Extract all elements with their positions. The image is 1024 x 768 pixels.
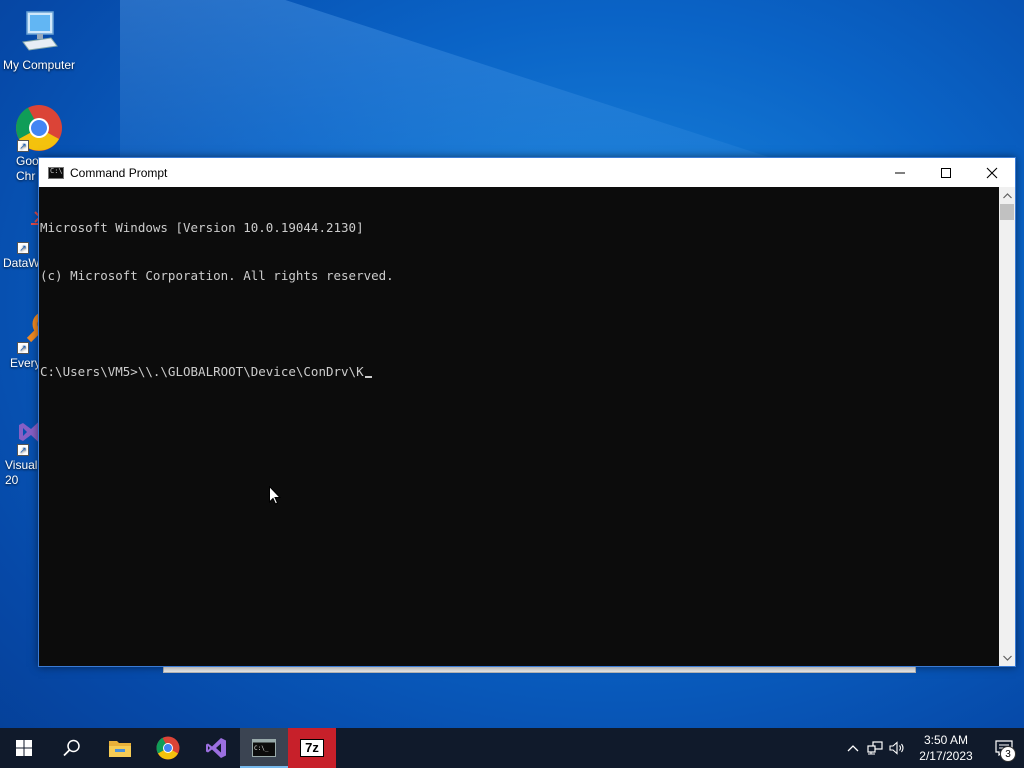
scrollbar-thumb[interactable] [1000, 204, 1014, 220]
visual-studio-icon [206, 738, 226, 758]
network-button[interactable] [864, 728, 886, 768]
window-titlebar[interactable]: C:\ Command Prompt [39, 158, 1015, 187]
start-icon [16, 740, 32, 756]
maximize-button[interactable] [923, 158, 969, 187]
console-line: (c) Microsoft Corporation. All rights re… [40, 268, 394, 283]
console-command: C:\Users\VM5>\\.\GLOBALROOT\Device\ConDr… [40, 364, 364, 379]
taskbar-visual-studio[interactable] [192, 728, 240, 768]
computer-icon [15, 8, 63, 56]
taskbar: C:\_ 7z 3:50 AM 2/17/2023 3 [0, 728, 1024, 768]
taskbar-file-explorer[interactable] [96, 728, 144, 768]
shortcut-arrow-icon: ↗ [17, 242, 29, 254]
search-icon [63, 739, 80, 757]
volume-button[interactable] [886, 728, 908, 768]
svg-text:C:\_: C:\_ [254, 745, 269, 752]
file-explorer-icon [109, 741, 131, 757]
close-icon [986, 167, 998, 178]
command-prompt-icon: C:\ [48, 166, 64, 179]
taskbar-7zip[interactable]: 7z [288, 728, 336, 768]
chevron-up-icon [1002, 192, 1012, 198]
taskbar-command-prompt[interactable]: C:\_ [240, 728, 288, 768]
search-button[interactable] [48, 728, 96, 768]
shortcut-arrow-icon: ↗ [17, 444, 29, 456]
taskbar-chrome[interactable] [144, 728, 192, 768]
action-center-button[interactable]: 3 [984, 728, 1024, 768]
desktop-icon-my-computer[interactable]: My Computer [0, 8, 78, 72]
console-input-line[interactable]: C:\Users\VM5>\\.\GLOBALROOT\Device\ConDr… [40, 364, 1000, 380]
window-title: Command Prompt [70, 165, 168, 180]
scroll-down-button[interactable] [999, 649, 1015, 666]
console-output[interactable]: Microsoft Windows [Version 10.0.19044.21… [39, 187, 1000, 666]
chevron-down-icon [1002, 655, 1012, 661]
clock-date: 2/17/2023 [919, 749, 973, 763]
command-prompt-window[interactable]: C:\ Command Prompt Microsoft Windows [Ve… [38, 157, 1016, 667]
chrome-icon: ↗ [15, 104, 63, 152]
scroll-up-button[interactable] [999, 187, 1015, 204]
vertical-scrollbar[interactable] [999, 187, 1015, 666]
shortcut-arrow-icon: ↗ [17, 140, 29, 152]
desktop-icon-label: My Computer [2, 58, 76, 72]
taskbar-clock[interactable]: 3:50 AM 2/17/2023 [908, 732, 984, 764]
text-cursor [364, 376, 372, 378]
clock-time: 3:50 AM [923, 733, 969, 747]
chrome-icon [156, 736, 180, 760]
start-button[interactable] [0, 728, 48, 768]
close-button[interactable] [969, 158, 1015, 187]
minimize-button[interactable] [877, 158, 923, 187]
maximize-icon [941, 167, 951, 178]
volume-icon [889, 741, 904, 755]
console-line: Microsoft Windows [Version 10.0.19044.21… [40, 220, 364, 235]
system-tray: 3:50 AM 2/17/2023 3 [842, 728, 1024, 768]
network-icon [867, 741, 883, 755]
command-prompt-icon: C:\_ [252, 739, 276, 757]
7zip-label: 7z [305, 740, 319, 755]
notification-count-badge: 3 [1000, 746, 1016, 762]
shortcut-arrow-icon: ↗ [17, 342, 29, 354]
show-hidden-icons-button[interactable] [842, 728, 864, 768]
minimize-icon [895, 172, 905, 173]
chevron-up-icon [847, 745, 859, 752]
mouse-pointer-icon [269, 485, 282, 510]
